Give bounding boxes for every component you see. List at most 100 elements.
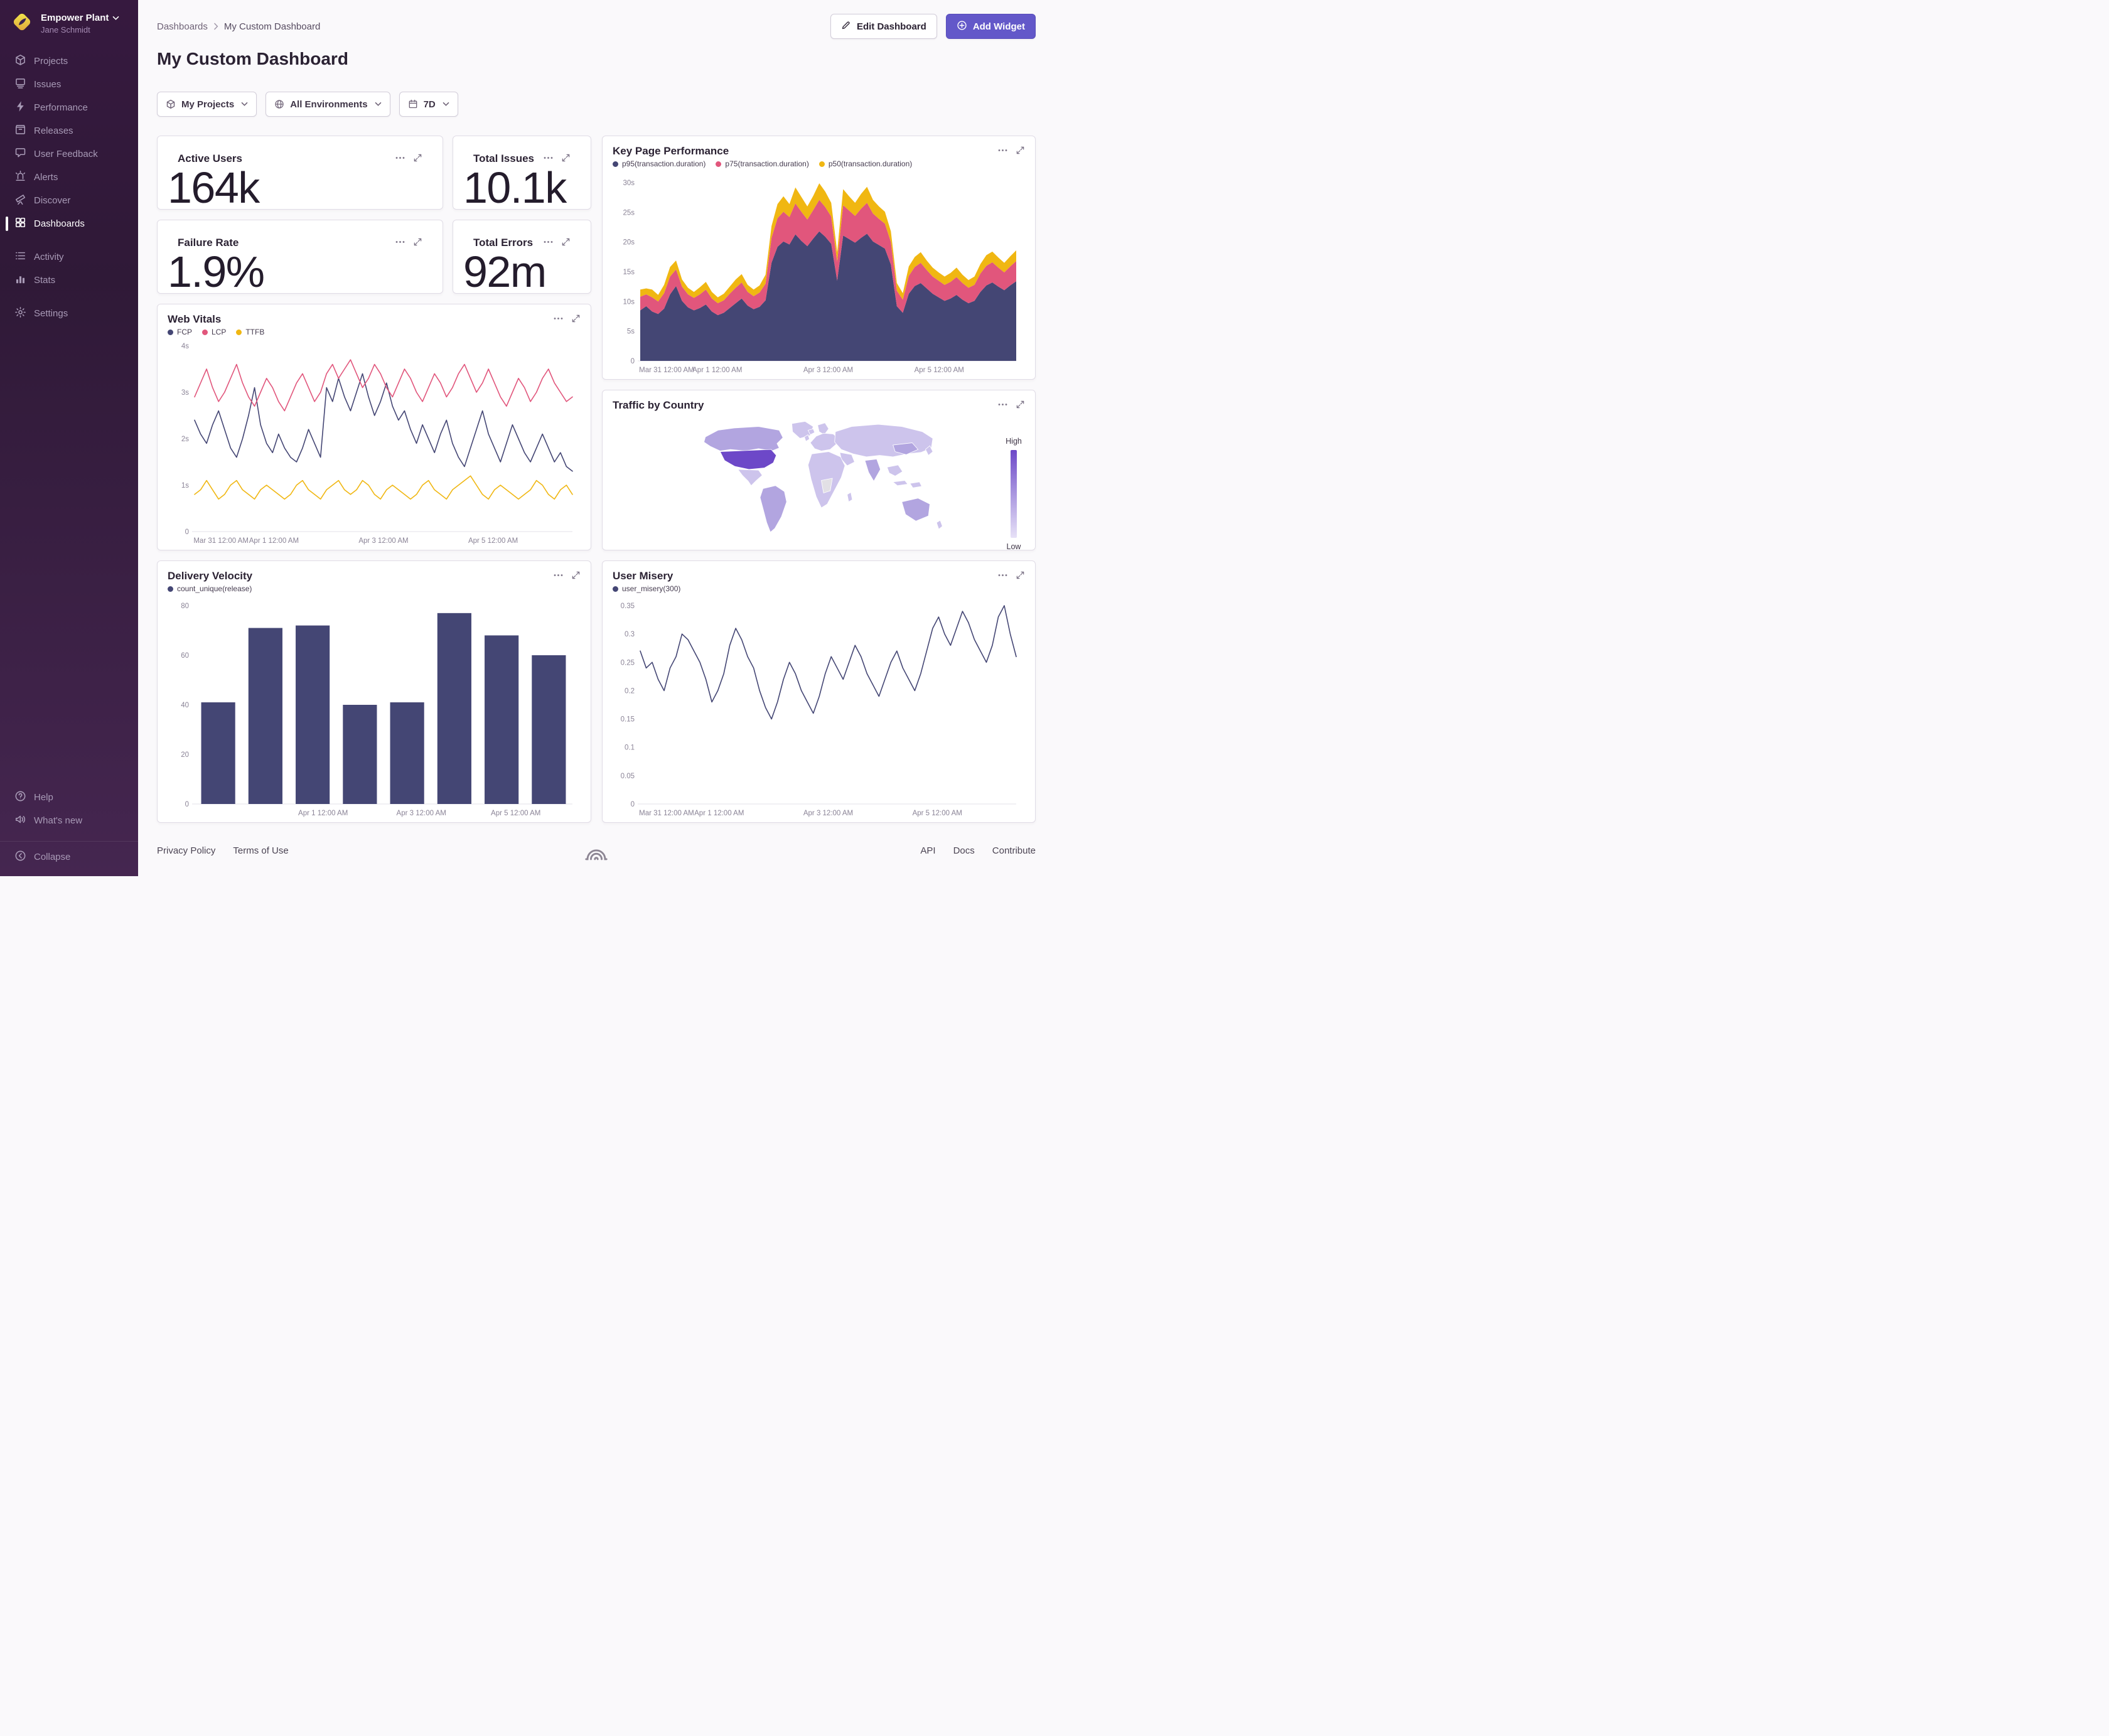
sidebar-item-help[interactable]: Help [0, 786, 138, 809]
projects-filter[interactable]: My Projects [157, 92, 257, 117]
widget-expand-button[interactable] [561, 153, 571, 163]
chevron-down-icon [112, 13, 119, 23]
widget-title: User Misery [613, 570, 673, 582]
date-range-filter[interactable]: 7D [399, 92, 458, 117]
sidebar-item-projects[interactable]: Projects [0, 50, 138, 73]
legend-dot [202, 329, 208, 335]
svg-text:2s: 2s [181, 436, 189, 443]
widget-menu-button[interactable] [997, 399, 1008, 410]
widget-expand-button[interactable] [571, 314, 581, 323]
sidebar-item-user-feedback[interactable]: User Feedback [0, 142, 138, 166]
legend-label: TTFB [245, 328, 265, 336]
sidebar-item-issues[interactable]: Issues [0, 73, 138, 96]
environments-filter-icon [274, 99, 284, 109]
breadcrumb-current: My Custom Dashboard [223, 21, 321, 32]
widget-total-errors: Total Errors 92m [453, 220, 591, 294]
svg-text:10s: 10s [623, 298, 635, 306]
country-mexico [737, 469, 763, 486]
sidebar-item-label: Alerts [34, 172, 58, 183]
sidebar-item-label: Issues [34, 79, 62, 90]
sidebar-collapse-button[interactable]: Collapse [0, 841, 138, 869]
region-southeast-asia [886, 464, 903, 476]
svg-text:0.2: 0.2 [625, 687, 635, 695]
sidebar-item-activity[interactable]: Activity [0, 245, 138, 269]
widget-expand-button[interactable] [1016, 571, 1025, 580]
docs-link[interactable]: Docs [953, 845, 975, 856]
widget-traffic-by-country: Traffic by Country High Low [602, 390, 1036, 550]
breadcrumb-dashboards-link[interactable]: Dashboards [157, 21, 208, 32]
contribute-link[interactable]: Contribute [992, 845, 1036, 856]
big-number-value: 1.9% [168, 247, 265, 294]
widget-menu-button[interactable] [543, 237, 554, 247]
map-legend-gradient-bar [1011, 450, 1017, 538]
user-misery-chart[interactable]: 0 0.05 0.1 0.15 0.2 0.25 0.3 0.35 Mar 31 12:00 A… [613, 599, 1025, 819]
widget-expand-button[interactable] [1016, 400, 1025, 409]
sidebar-item-alerts[interactable]: Alerts [0, 166, 138, 189]
widget-expand-button[interactable] [561, 237, 571, 247]
world-map-choropleth[interactable] [686, 415, 952, 541]
add-widget-button[interactable]: Add Widget [945, 14, 1036, 39]
sidebar-nav: Projects Issues Performance Releases Use… [0, 50, 138, 325]
region-indonesia [892, 480, 908, 486]
widget-user-misery: User Misery user_misery(300) 0 0.05 0.1 0.1… [602, 560, 1036, 823]
sidebar-item-releases[interactable]: Releases [0, 119, 138, 142]
environments-filter[interactable]: All Environments [266, 92, 390, 117]
edit-dashboard-label: Edit Dashboard [856, 21, 926, 32]
widget-expand-button[interactable] [571, 571, 581, 580]
widget-menu-button[interactable] [553, 570, 564, 581]
svg-text:Apr 5 12:00 AM: Apr 5 12:00 AM [468, 537, 518, 545]
sidebar-item-label: Discover [34, 195, 71, 206]
sidebar-item-whats-new[interactable]: What's new [0, 809, 138, 832]
add-widget-label: Add Widget [972, 21, 1025, 32]
svg-text:0: 0 [631, 358, 635, 365]
api-link[interactable]: API [920, 845, 935, 856]
svg-text:40: 40 [181, 702, 189, 709]
svg-text:Apr 3 12:00 AM: Apr 3 12:00 AM [358, 537, 408, 545]
country-madagascar [846, 491, 852, 503]
web-vitals-chart[interactable]: 0 1s 2s 3s 4s Mar 31 12:00 AM Apr 1 12:00 AM Ap… [167, 340, 581, 547]
widget-menu-button[interactable] [543, 153, 554, 163]
terms-of-use-link[interactable]: Terms of Use [233, 845, 288, 856]
legend-dot [168, 329, 173, 335]
widget-menu-button[interactable] [997, 570, 1008, 581]
help-icon [14, 790, 26, 805]
widget-menu-button[interactable] [553, 313, 564, 324]
sidebar-item-stats[interactable]: Stats [0, 269, 138, 292]
legend-label: LCP [212, 328, 227, 336]
widget-expand-button[interactable] [413, 237, 422, 247]
region-indonesia-east [909, 481, 922, 488]
sidebar-item-label: What's new [34, 815, 83, 826]
org-switcher[interactable]: Empower Plant Jane Schmidt [0, 0, 138, 46]
widget-expand-button[interactable] [413, 153, 422, 163]
widget-expand-button[interactable] [1016, 146, 1025, 155]
sidebar-item-label: Projects [34, 56, 68, 67]
legend-dot [716, 161, 722, 167]
sidebar-item-discover[interactable]: Discover [0, 189, 138, 212]
edit-dashboard-button[interactable]: Edit Dashboard [830, 14, 937, 39]
svg-text:80: 80 [181, 603, 189, 610]
sentry-logo [582, 842, 610, 867]
legend-label: p75(transaction.duration) [725, 159, 809, 168]
delivery-velocity-chart[interactable]: 0 20 40 60 80 Apr 1 12:00 AM Apr 3 12:00 AM Apr… [167, 599, 581, 819]
chevron-down-icon [443, 102, 449, 107]
privacy-policy-link[interactable]: Privacy Policy [157, 845, 215, 856]
chart-legend: count_unique(release) [158, 582, 591, 593]
country-new-zealand [936, 520, 943, 530]
issues-icon [14, 77, 26, 92]
svg-text:15s: 15s [623, 269, 635, 276]
sidebar-item-performance[interactable]: Performance [0, 96, 138, 119]
sidebar-item-dashboards[interactable]: Dashboards [0, 212, 138, 235]
country-united-states [719, 449, 776, 470]
widget-menu-button[interactable] [997, 145, 1008, 156]
sidebar-item-label: Releases [34, 126, 73, 136]
widget-menu-button[interactable] [395, 237, 405, 247]
widget-menu-button[interactable] [395, 153, 405, 163]
chart-legend: user_misery(300) [603, 582, 1035, 593]
svg-text:20: 20 [181, 751, 189, 759]
key-page-performance-chart[interactable]: 0 5s 10s 15s 20s 25s 30s Mar 31 12:00 AMApr 1 1… [613, 176, 1025, 376]
legend-label: user_misery(300) [622, 584, 681, 593]
region-south-america [759, 485, 787, 533]
chevron-right-icon [213, 23, 218, 30]
dashboard-grid: Active Users 164k Total Issues 10.1k Fai… [138, 117, 1054, 823]
sidebar-item-settings[interactable]: Settings [0, 302, 138, 325]
